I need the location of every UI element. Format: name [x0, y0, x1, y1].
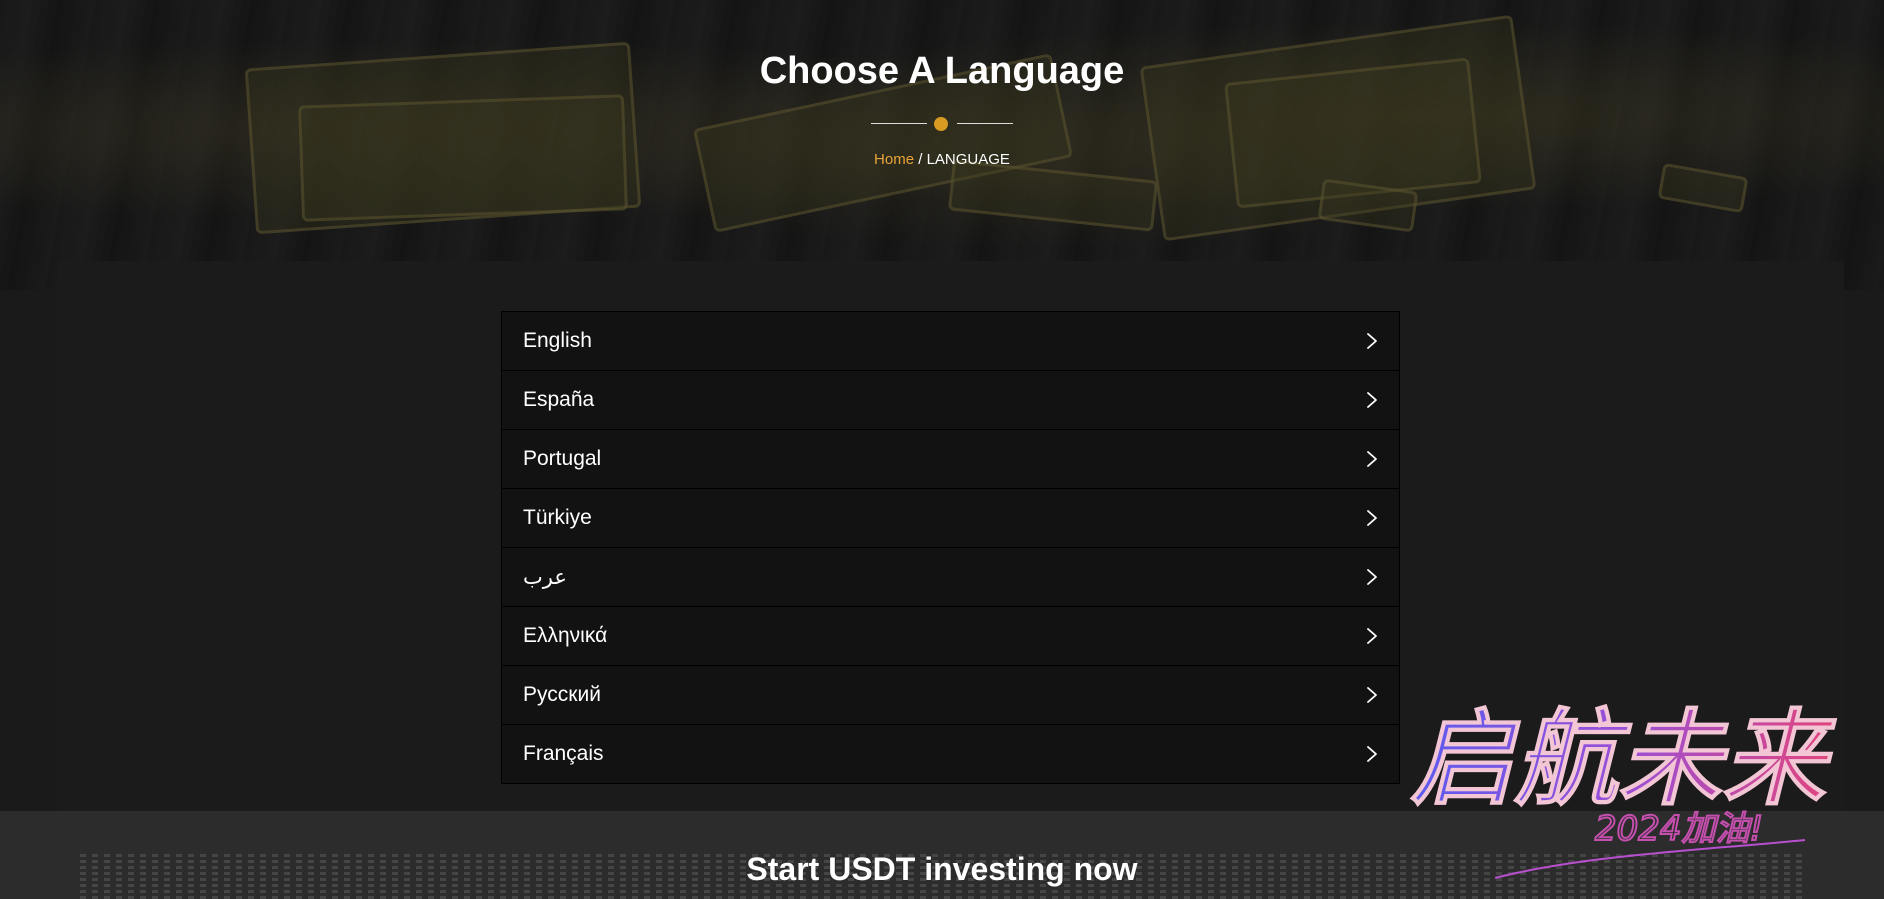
- hero-banner: Choose A Language Home / LANGUAGE: [0, 0, 1884, 290]
- language-item-greek[interactable]: Ελληνικά: [501, 606, 1400, 666]
- divider-line: [957, 123, 1013, 124]
- chevron-right-icon: [1367, 451, 1377, 467]
- language-item-russian[interactable]: Русский: [501, 665, 1400, 725]
- language-item-espana[interactable]: España: [501, 370, 1400, 430]
- title-divider: [871, 115, 1013, 131]
- breadcrumb-separator: /: [914, 151, 927, 168]
- gold-bar-image: [947, 159, 1159, 232]
- gold-bar-image: [1657, 162, 1749, 214]
- language-label: Ελληνικά: [523, 624, 608, 647]
- language-item-portugal[interactable]: Portugal: [501, 429, 1400, 489]
- language-label: English: [523, 329, 592, 352]
- divider-line: [871, 123, 927, 124]
- language-item-french[interactable]: Français: [501, 724, 1400, 784]
- breadcrumb: Home / LANGUAGE: [0, 151, 1884, 168]
- chevron-right-icon: [1367, 392, 1377, 408]
- chevron-right-icon: [1367, 569, 1377, 585]
- calligraphy-sub-text: 2024加油!: [1595, 809, 1763, 849]
- language-label: Français: [523, 742, 604, 765]
- page-title: Choose A Language: [759, 50, 1125, 92]
- language-label: عرب: [523, 565, 567, 589]
- language-item-english[interactable]: English: [501, 311, 1400, 371]
- language-item-turkiye[interactable]: Türkiye: [501, 488, 1400, 548]
- calligraphy-main-text: 启航未来: [1410, 698, 1837, 820]
- language-label: Türkiye: [523, 506, 592, 529]
- language-item-arabic[interactable]: عرب: [501, 547, 1400, 607]
- chevron-right-icon: [1367, 628, 1377, 644]
- chevron-right-icon: [1367, 746, 1377, 762]
- chevron-right-icon: [1367, 687, 1377, 703]
- divider-dot: [934, 117, 948, 131]
- calligraphy-logo: 启航未来 2024加油!: [1410, 698, 1838, 879]
- gold-bar-image: [1139, 14, 1537, 242]
- language-label: España: [523, 388, 595, 411]
- chevron-right-icon: [1367, 510, 1377, 526]
- language-label: Portugal: [523, 447, 602, 470]
- gold-bar-image: [1317, 178, 1419, 233]
- language-list: English España Portugal Türkiye عرب Ελλη…: [501, 311, 1400, 784]
- breadcrumb-home-link[interactable]: Home: [874, 151, 914, 168]
- chevron-right-icon: [1367, 333, 1377, 349]
- breadcrumb-current: LANGUAGE: [926, 151, 1010, 168]
- language-label: Русский: [523, 683, 601, 706]
